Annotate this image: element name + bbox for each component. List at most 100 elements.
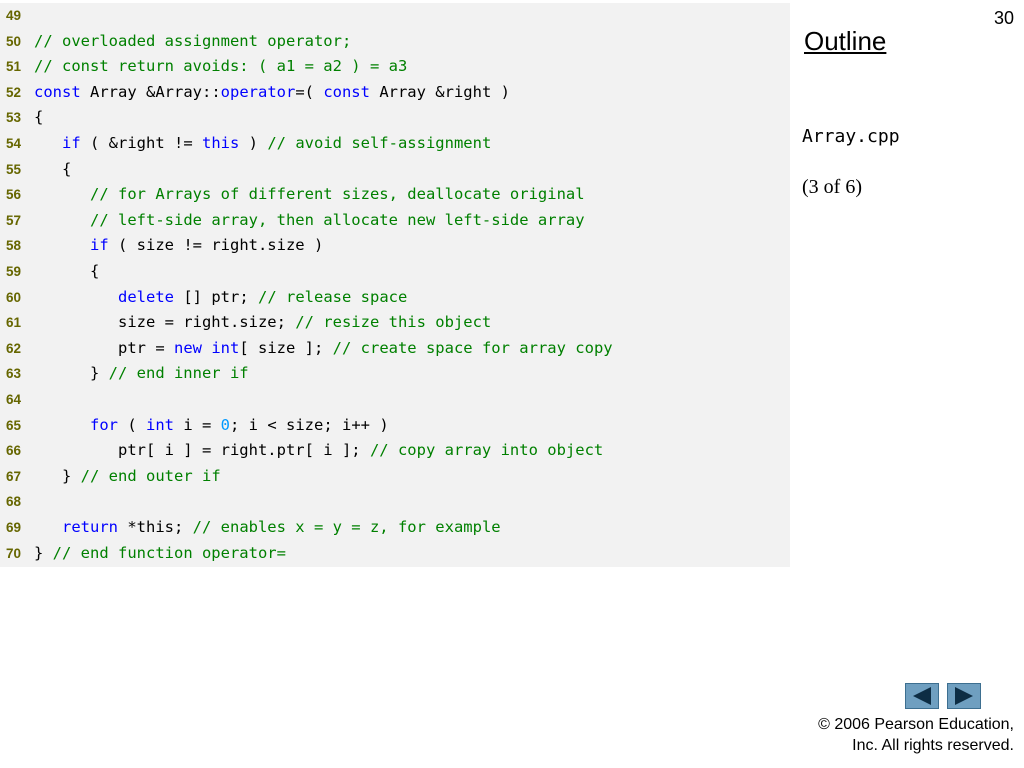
line-number: 53: [6, 110, 22, 126]
code-keyword: delete: [118, 287, 174, 306]
line-number: 63: [6, 366, 22, 382]
code-comment: // resize this object: [295, 313, 492, 332]
code-comment: // overloaded assignment operator;: [34, 31, 352, 50]
code-text: } // end function operator=: [34, 541, 286, 566]
line-number: 70: [6, 545, 22, 561]
code-token: ptr[ i ] = right.ptr[ i ];: [34, 441, 370, 460]
code-text: // left-side array, then allocate new le…: [34, 208, 585, 233]
code-keyword: if: [62, 134, 81, 152]
code-keyword: this: [202, 134, 240, 152]
code-keyword: new: [173, 338, 202, 357]
code-text: // overloaded assignment operator;: [34, 29, 351, 54]
line-number: 51: [6, 59, 22, 75]
code-comment: // copy array into object: [369, 441, 604, 460]
code-token: }: [34, 364, 109, 383]
code-text: {: [34, 259, 99, 284]
code-token: size = right.size;: [34, 313, 296, 332]
file-name: Array.cpp: [802, 126, 900, 147]
line-number: 50: [6, 33, 22, 49]
code-token: {: [34, 159, 72, 178]
code-token: ( size != right.size ): [108, 236, 324, 255]
code-text: if ( &right != this ) // avoid self-assi…: [34, 131, 491, 156]
code-keyword: if: [90, 236, 109, 255]
page-part-indicator: (3 of 6): [802, 176, 862, 198]
line-number: 54: [6, 136, 22, 151]
copyright-line: © 2006 Pearson Education,: [818, 716, 1014, 733]
code-text: ptr = new int[ size ]; // create space f…: [34, 336, 613, 361]
code-text: delete [] ptr; // release space: [34, 285, 407, 310]
code-text: } // end inner if: [34, 361, 249, 386]
code-text: return *this; // enables x = y = z, for …: [34, 515, 501, 540]
code-comment: // end outer if: [80, 466, 221, 485]
next-slide-button[interactable]: [947, 683, 981, 709]
code-comment: // const return avoids: ( a1 = a2 ) = a3: [34, 57, 408, 76]
code-keyword: return: [62, 518, 118, 536]
code-text: {: [34, 105, 43, 130]
code-text: const Array &Array::operator=( const Arr…: [34, 80, 510, 105]
code-token: }: [34, 466, 81, 485]
line-number: 66: [6, 443, 22, 459]
code-token: {: [34, 108, 44, 127]
line-number: 49: [6, 8, 22, 23]
previous-slide-button[interactable]: [905, 683, 939, 709]
code-token: {: [34, 262, 100, 280]
code-token: ptr =: [34, 338, 174, 357]
triangle-right-icon: [955, 687, 973, 705]
code-text: if ( size != right.size ): [34, 233, 323, 258]
line-number: 59: [6, 264, 22, 279]
code-token: ): [239, 134, 268, 152]
code-keyword: for: [90, 415, 118, 434]
code-token: [ size ];: [239, 338, 333, 357]
line-number: 60: [6, 289, 22, 305]
code-text: ptr[ i ] = right.ptr[ i ]; // copy array…: [34, 438, 603, 463]
code-token: Array &right ): [369, 82, 510, 101]
code-comment: // left-side array, then allocate new le…: [90, 210, 585, 229]
line-number: 61: [6, 315, 22, 331]
code-keyword: int: [146, 415, 174, 434]
line-number: 69: [6, 520, 22, 535]
code-text: // const return avoids: ( a1 = a2 ) = a3: [34, 54, 407, 79]
outline-heading[interactable]: Outline: [804, 26, 886, 57]
code-comment: // avoid self-assignment: [267, 134, 492, 152]
code-listing: 49 50 // overloaded assignment operator; 51…: [0, 3, 790, 567]
slide-number: 30: [993, 8, 1014, 28]
line-number: 57: [6, 212, 22, 228]
line-number: 56: [6, 187, 22, 203]
copyright-line: Inc. All rights reserved.: [852, 737, 1014, 754]
code-token: }: [34, 543, 53, 562]
code-comment: // end function operator=: [52, 543, 286, 562]
line-number: 68: [6, 494, 22, 510]
line-number: 64: [6, 392, 22, 407]
code-comment: // enables x = y = z, for example: [192, 518, 501, 536]
code-token: ; i < size; i++ ): [230, 415, 389, 434]
code-text: size = right.size; // resize this object: [34, 310, 491, 335]
triangle-left-icon: [913, 687, 931, 705]
code-token: i =: [174, 415, 221, 434]
copyright-notice: © 2006 Pearson Education, Inc. All right…: [818, 714, 1014, 756]
code-token: ( &right !=: [80, 134, 202, 152]
code-comment: // end inner if: [108, 364, 249, 383]
code-token: =(: [295, 82, 324, 101]
code-keyword: const: [34, 82, 81, 101]
code-text: } // end outer if: [34, 464, 221, 489]
code-text: for ( int i = 0; i < size; i++ ): [34, 413, 389, 438]
code-text: // for Arrays of different sizes, deallo…: [34, 182, 585, 207]
line-number: 55: [6, 161, 22, 177]
code-token: (: [118, 415, 146, 434]
line-number: 52: [6, 84, 22, 100]
line-number: 62: [6, 340, 22, 356]
code-number: 0: [220, 415, 231, 434]
code-comment: // create space for array copy: [332, 338, 613, 357]
line-number: 58: [6, 238, 22, 254]
code-token: [] ptr;: [174, 287, 258, 306]
code-comment: // for Arrays of different sizes, deallo…: [90, 185, 585, 204]
code-keyword: operator: [220, 82, 296, 101]
code-token: *this;: [118, 518, 193, 536]
line-number: 65: [6, 417, 22, 433]
